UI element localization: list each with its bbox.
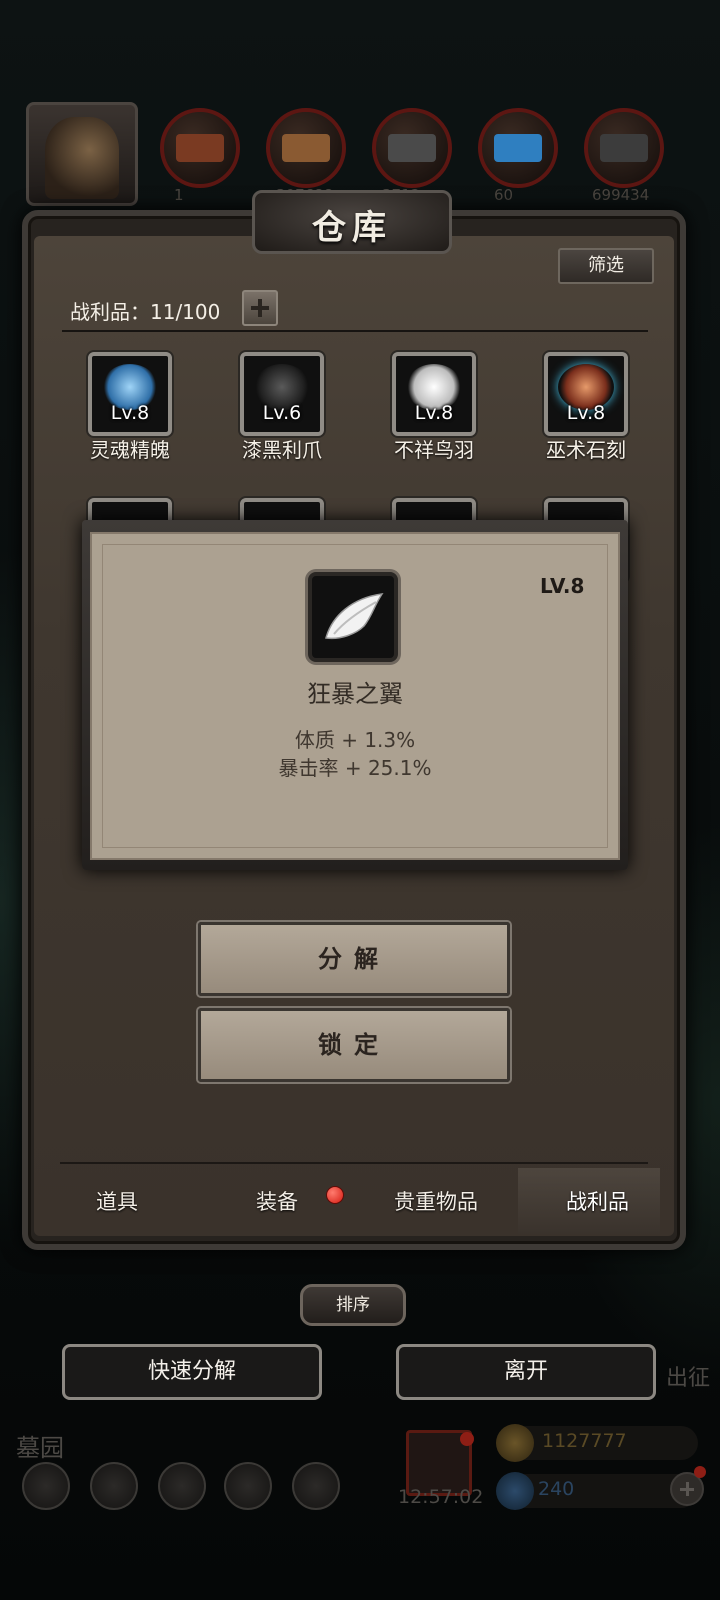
- item-name: 巫术石刻: [546, 438, 626, 462]
- gift-notification-dot: [460, 1432, 474, 1446]
- resource-value-4: 60: [494, 186, 514, 204]
- popup-stat-2: 暴击率 + 25.1%: [278, 756, 432, 780]
- quick-decompose-button[interactable]: 快速分解: [62, 1344, 322, 1400]
- popup-item-name: 狂暴之翼: [307, 680, 403, 708]
- iron-icon: [388, 134, 436, 162]
- popup-stat-1: 体质 + 1.3%: [294, 728, 416, 752]
- resource-slot-1[interactable]: [160, 108, 240, 188]
- resource-slot-3[interactable]: [372, 108, 452, 188]
- map-icon[interactable]: [292, 1462, 340, 1510]
- filter-button[interactable]: 筛选: [558, 248, 654, 284]
- item-name: 漆黑利爪: [242, 438, 322, 462]
- item-level: Lv.8: [566, 402, 606, 424]
- expand-capacity-button[interactable]: [242, 290, 278, 326]
- item-slot-4[interactable]: Lv.8 巫术石刻: [544, 352, 628, 462]
- sword-icon[interactable]: [158, 1462, 206, 1510]
- popup-level: LV.8: [540, 574, 585, 598]
- crystal-icon: [494, 134, 542, 162]
- sort-button[interactable]: 排序: [300, 1284, 406, 1326]
- resource-value-1: 1: [174, 186, 184, 204]
- tab-divider: [60, 1162, 648, 1164]
- gem-icon: [496, 1472, 534, 1510]
- tab-equipment[interactable]: 装备: [256, 1186, 298, 1216]
- player-avatar[interactable]: [26, 102, 138, 206]
- item-level: Lv.8: [110, 402, 150, 424]
- gold-coin-icon: [496, 1424, 534, 1462]
- resource-slot-4[interactable]: [478, 108, 558, 188]
- panel-title: 仓库: [312, 208, 392, 248]
- lock-button[interactable]: 锁定: [198, 1008, 510, 1082]
- star-icon[interactable]: [90, 1462, 138, 1510]
- tab-loot[interactable]: 战利品: [566, 1186, 629, 1216]
- item-name: 灵魂精魄: [90, 438, 170, 462]
- item-level: Lv.8: [414, 402, 454, 424]
- notification-dot: [326, 1186, 344, 1204]
- item-level: Lv.6: [262, 402, 302, 424]
- inventory-count: 战利品：11/100: [70, 300, 221, 324]
- mail-icon[interactable]: [224, 1462, 272, 1510]
- resource-slot-2[interactable]: [266, 108, 346, 188]
- expedition-label: 出征: [666, 1366, 711, 1391]
- resource-slot-5[interactable]: [584, 108, 664, 188]
- resource-value-5: 699434: [592, 186, 650, 204]
- tab-items[interactable]: 道具: [96, 1186, 138, 1216]
- decompose-button[interactable]: 分解: [198, 922, 510, 996]
- gold-value: 1127777: [542, 1430, 627, 1452]
- item-slot-1[interactable]: Lv.8 灵魂精魄: [88, 352, 172, 462]
- gem-value: 240: [538, 1478, 575, 1500]
- item-slot-3[interactable]: Lv.8 不祥鸟羽: [392, 352, 476, 462]
- add-currency-dot: [694, 1466, 706, 1478]
- item-name: 不祥鸟羽: [394, 438, 474, 462]
- item-slot-2[interactable]: Lv.6 漆黑利爪: [240, 352, 324, 462]
- ore-icon: [176, 134, 224, 162]
- cemetery-label: 墓园: [16, 1434, 64, 1462]
- settings-icon[interactable]: [22, 1462, 70, 1510]
- leave-button[interactable]: 离开: [396, 1344, 656, 1400]
- tab-valuables[interactable]: 贵重物品: [394, 1186, 478, 1216]
- divider: [62, 330, 648, 332]
- stone-icon: [600, 134, 648, 162]
- gift-timer: 12:57:02: [398, 1486, 484, 1508]
- wing-icon: [308, 572, 398, 662]
- wood-icon: [282, 134, 330, 162]
